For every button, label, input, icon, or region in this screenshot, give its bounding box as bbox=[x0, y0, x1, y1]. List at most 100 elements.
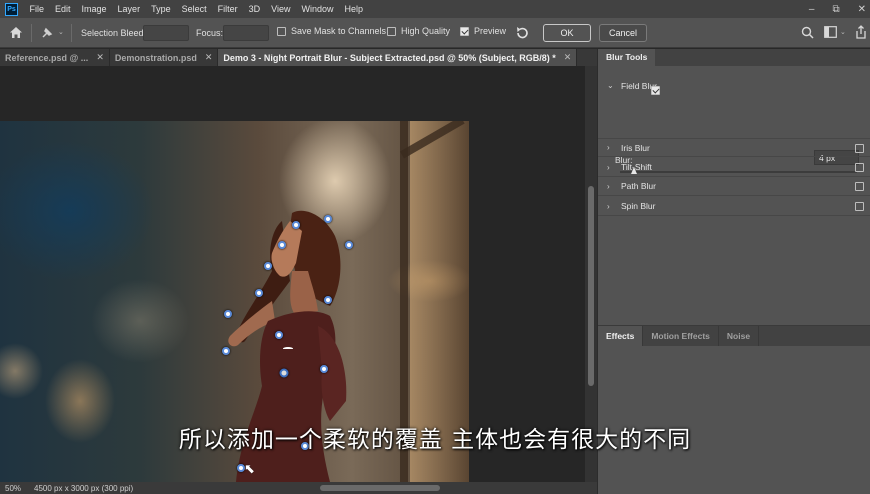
selection-bleed-field[interactable] bbox=[143, 25, 189, 41]
tab-reference[interactable]: Reference.psd @ ... ✕ bbox=[0, 49, 110, 66]
save-mask-label: Save Mask to Channels bbox=[291, 26, 387, 36]
ok-button-label: OK bbox=[560, 28, 574, 38]
menu-type[interactable]: Type bbox=[146, 0, 177, 18]
reset-icon[interactable] bbox=[514, 25, 530, 41]
close-icon[interactable]: ✕ bbox=[96, 52, 104, 63]
close-icon[interactable]: ✕ bbox=[858, 4, 866, 15]
spin-blur-checkbox[interactable] bbox=[855, 202, 864, 211]
tool-dropdown-icon[interactable]: ⌄ bbox=[58, 28, 64, 36]
document-size: 4500 px x 3000 px (300 ppi) bbox=[34, 483, 134, 493]
path-blur-checkbox[interactable] bbox=[855, 182, 864, 191]
iris-blur-label: Iris Blur bbox=[621, 142, 650, 153]
blur-pin[interactable] bbox=[292, 221, 300, 229]
options-bar: ⌄ Selection Bleed: Focus: Save Mask to C… bbox=[0, 18, 870, 48]
tilt-shift-row[interactable]: › Tilt-Shift bbox=[598, 158, 870, 177]
divider bbox=[71, 24, 72, 42]
blur-pin[interactable] bbox=[324, 296, 332, 304]
divider bbox=[31, 24, 32, 42]
menu-filter[interactable]: Filter bbox=[212, 0, 243, 18]
menu-view[interactable]: View bbox=[266, 0, 296, 18]
horizontal-scroll-thumb[interactable] bbox=[320, 485, 440, 491]
close-icon[interactable]: ✕ bbox=[564, 52, 572, 63]
menu-window[interactable]: Window bbox=[296, 0, 339, 18]
tab-blur-tools[interactable]: Blur Tools bbox=[598, 49, 656, 66]
preview-label: Preview bbox=[474, 26, 507, 36]
tab-label: Demonstration.psd bbox=[114, 52, 197, 63]
blur-pin-selected[interactable] bbox=[279, 368, 289, 378]
path-blur-label: Path Blur bbox=[621, 181, 656, 191]
path-blur-row[interactable]: › Path Blur bbox=[598, 177, 870, 196]
vertical-scroll-thumb[interactable] bbox=[588, 186, 594, 386]
focus-field[interactable] bbox=[223, 25, 269, 41]
blur-pin[interactable] bbox=[222, 347, 230, 355]
selection-bleed-label: Selection Bleed: bbox=[81, 28, 147, 38]
share-icon[interactable] bbox=[855, 25, 867, 39]
chevron-right-icon[interactable]: › bbox=[607, 202, 615, 211]
spin-blur-row[interactable]: › Spin Blur bbox=[598, 197, 870, 216]
blur-pin[interactable] bbox=[278, 241, 286, 249]
tab-noise[interactable]: Noise bbox=[719, 326, 760, 346]
save-mask-box[interactable] bbox=[277, 26, 286, 36]
workspace-icon[interactable] bbox=[824, 26, 837, 38]
tab-demo-3[interactable]: Demo 3 - Night Portrait Blur - Subject E… bbox=[218, 49, 578, 66]
cursor-icon: ⬉ bbox=[244, 461, 255, 476]
menu-help[interactable]: Help bbox=[339, 0, 369, 18]
menu-edit[interactable]: Edit bbox=[50, 0, 77, 18]
menu-file[interactable]: File bbox=[24, 0, 50, 18]
menu-layer[interactable]: Layer bbox=[112, 0, 146, 18]
pin-tool-icon[interactable] bbox=[40, 26, 54, 40]
preview-checkbox[interactable]: Preview bbox=[460, 26, 506, 36]
tilt-shift-label: Tilt-Shift bbox=[621, 162, 652, 172]
search-icon[interactable] bbox=[801, 26, 814, 39]
home-icon[interactable] bbox=[9, 26, 23, 39]
tab-demonstration[interactable]: Demonstration.psd ✕ bbox=[109, 49, 219, 66]
workspace-dropdown-icon[interactable]: ⌄ bbox=[840, 28, 846, 36]
chevron-right-icon[interactable]: › bbox=[607, 143, 615, 152]
menu-image[interactable]: Image bbox=[76, 0, 112, 18]
chevron-right-icon[interactable]: › bbox=[607, 163, 615, 172]
ok-button[interactable]: OK bbox=[543, 24, 591, 42]
tab-label: Demo 3 - Night Portrait Blur - Subject E… bbox=[223, 52, 556, 63]
field-blur-checkbox[interactable] bbox=[650, 86, 660, 95]
window-controls: ‒ ⧉ ✕ bbox=[809, 0, 866, 18]
iris-blur-row[interactable]: › Iris Blur bbox=[598, 138, 870, 157]
photoshop-logo: Ps bbox=[5, 2, 18, 16]
close-icon[interactable]: ✕ bbox=[205, 52, 213, 63]
high-quality-label: High Quality bbox=[401, 26, 451, 36]
effects-tabbar: Effects Motion Effects Noise bbox=[598, 326, 870, 346]
field-blur-header[interactable]: ⌄ Field Blur bbox=[598, 76, 870, 95]
blur-pin[interactable] bbox=[345, 241, 353, 249]
blur-pin[interactable] bbox=[320, 365, 328, 373]
menu-3d[interactable]: 3D bbox=[243, 0, 266, 18]
effects-panel: Effects Motion Effects Noise bbox=[598, 325, 870, 494]
restore-icon[interactable]: ⧉ bbox=[832, 4, 839, 15]
tilt-shift-checkbox[interactable] bbox=[855, 163, 864, 172]
status-bar: 50% 4500 px x 3000 px (300 ppi) bbox=[0, 482, 597, 494]
blur-pin[interactable] bbox=[324, 215, 332, 223]
focus-label: Focus: bbox=[196, 28, 224, 38]
spin-blur-label: Spin Blur bbox=[621, 201, 656, 211]
minimize-icon[interactable]: ‒ bbox=[809, 4, 815, 15]
blur-pin[interactable] bbox=[224, 310, 232, 318]
tab-motion-effects[interactable]: Motion Effects bbox=[643, 326, 719, 346]
save-mask-checkbox[interactable]: Save Mask to Channels bbox=[277, 26, 386, 36]
zoom-level[interactable]: 50% bbox=[0, 484, 28, 493]
chevron-down-icon[interactable]: ⌄ bbox=[607, 81, 615, 90]
high-quality-box[interactable] bbox=[387, 26, 396, 36]
tab-effects[interactable]: Effects bbox=[598, 326, 644, 346]
preview-box[interactable] bbox=[460, 26, 469, 36]
tab-label: Reference.psd @ ... bbox=[5, 52, 89, 63]
menu-select[interactable]: Select bbox=[176, 0, 212, 18]
blur-ring-arc[interactable] bbox=[283, 347, 293, 350]
panel-tabbar: Blur Tools bbox=[598, 49, 870, 66]
high-quality-checkbox[interactable]: High Quality bbox=[387, 26, 450, 36]
cancel-button-label: Cancel bbox=[608, 28, 637, 38]
menu-bar: Ps File Edit Image Layer Type Select Fil… bbox=[0, 0, 870, 18]
iris-blur-checkbox[interactable] bbox=[855, 144, 864, 153]
document-tabs: Reference.psd @ ... ✕ Demonstration.psd … bbox=[0, 49, 597, 66]
blur-pin[interactable] bbox=[275, 331, 283, 339]
blur-pin[interactable] bbox=[264, 262, 272, 270]
cancel-button[interactable]: Cancel bbox=[599, 24, 647, 42]
blur-pin[interactable] bbox=[255, 289, 263, 297]
chevron-right-icon[interactable]: › bbox=[607, 182, 615, 191]
